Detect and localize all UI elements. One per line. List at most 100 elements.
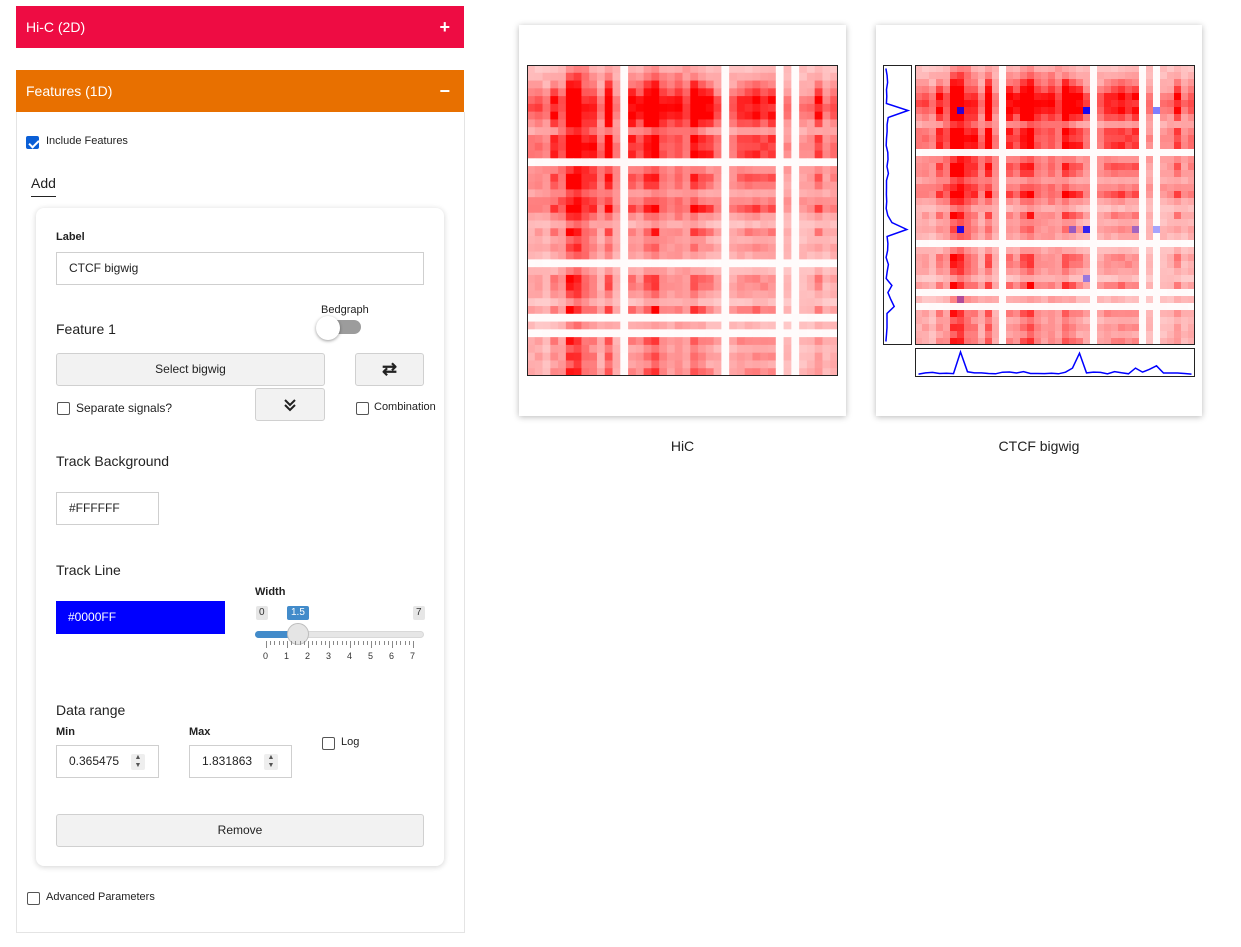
advanced-parameters-checkbox[interactable] [27, 892, 40, 905]
heatmap-cell [1132, 233, 1140, 241]
heatmap-cell [635, 329, 645, 338]
heatmap-cell [1048, 254, 1056, 262]
track-line-color-input[interactable]: #0000FF [56, 601, 225, 634]
heatmap-cell [581, 103, 590, 113]
remove-button[interactable]: Remove [56, 814, 424, 847]
heatmap-cell [1020, 331, 1028, 339]
heatmap-cell [929, 317, 937, 325]
heatmap-cell [612, 368, 621, 376]
heatmap-cell [978, 156, 986, 164]
heatmap-cell [729, 313, 738, 322]
heatmap-cell [721, 259, 730, 268]
expand-button[interactable] [255, 388, 325, 421]
heatmap-cell [651, 251, 660, 260]
heatmap-cell [1041, 205, 1049, 213]
heatmap-cell [573, 96, 582, 105]
heatmap-cell [635, 166, 645, 175]
heatmap-cell [1188, 331, 1195, 339]
heatmap-cell [1027, 65, 1035, 73]
heatmap-cell [768, 111, 777, 120]
heatmap-cell [978, 310, 986, 318]
heatmap-cell [1006, 296, 1014, 304]
heatmap-cell [1111, 198, 1119, 206]
heatmap-cell [589, 72, 598, 81]
heatmap-cell [643, 228, 652, 237]
heatmap-cell [783, 368, 792, 376]
heatmap-cell [705, 290, 715, 299]
max-value-input[interactable]: 1.831863 ▲ ▼ [189, 745, 292, 778]
heatmap-cell [1167, 142, 1175, 150]
heatmap-cell [651, 298, 660, 307]
track-background-color-input[interactable]: #FFFFFF [56, 492, 159, 525]
features-section-header[interactable]: Features (1D) − [16, 70, 464, 112]
heatmap-cell [690, 290, 699, 299]
heatmap-cell [581, 321, 590, 330]
heatmap-cell [1076, 142, 1084, 150]
heatmap-cell [922, 191, 930, 199]
heatmap-cell [775, 282, 784, 291]
heatmap-cell [806, 243, 816, 253]
heatmap-cell [651, 189, 660, 198]
heatmap-cell [978, 247, 986, 255]
heatmap-cell [1132, 268, 1140, 276]
heatmap-cell [971, 170, 979, 178]
heatmap-cell [596, 290, 606, 299]
heatmap-cell [964, 184, 972, 192]
heatmap-cell [527, 321, 536, 330]
heatmap-cell [922, 296, 930, 304]
heatmap-cell [1125, 191, 1133, 199]
select-bigwig-button[interactable]: Select bigwig [56, 353, 325, 386]
heatmap-cell [1034, 163, 1042, 171]
heatmap-cell [806, 197, 816, 206]
heatmap-cell [550, 173, 559, 183]
heatmap-cell [596, 80, 606, 89]
heatmap-cell [1069, 198, 1077, 206]
heatmap-cell [643, 88, 652, 97]
heatmap-cell [604, 142, 613, 151]
combination-checkbox[interactable] [356, 402, 369, 415]
heatmap-cell [651, 111, 660, 120]
heatmap-cell [659, 329, 668, 338]
heatmap-cell [1013, 177, 1021, 185]
swap-button[interactable]: ⇄ [355, 353, 424, 386]
log-checkbox[interactable] [322, 737, 335, 750]
heatmap-cell [1006, 254, 1014, 262]
collapse-minus-icon[interactable]: − [439, 70, 450, 112]
heatmap-cell [957, 114, 965, 122]
expand-plus-icon[interactable]: + [439, 6, 450, 48]
include-features-checkbox[interactable] [26, 136, 39, 149]
tab-add[interactable]: Add [31, 175, 56, 197]
min-value-input[interactable]: 0.365475 ▲ ▼ [56, 745, 159, 778]
heatmap-cell [542, 352, 551, 361]
max-spinner-icon[interactable]: ▲ ▼ [264, 754, 278, 770]
heatmap-cell [635, 243, 645, 253]
heatmap-cell [698, 220, 707, 229]
heatmap-cell [1069, 212, 1077, 220]
heatmap-cell [628, 267, 637, 276]
heatmap-cell [558, 111, 567, 120]
heatmap-cell [1076, 233, 1084, 241]
heatmap-cell [768, 360, 777, 369]
heatmap-cell [1181, 212, 1189, 220]
heatmap-cell [799, 189, 808, 198]
heatmap-cell [565, 344, 575, 354]
heatmap-cell [729, 204, 738, 214]
heatmap-cell [713, 290, 722, 299]
heatmap-cell [573, 88, 582, 97]
bedgraph-toggle-knob[interactable] [316, 316, 340, 340]
heatmap-cell [1013, 121, 1021, 129]
heatmap-cell [690, 306, 699, 315]
heatmap-cell [822, 158, 831, 167]
heatmap-cell [1062, 331, 1070, 339]
signal-overlay-cell [1083, 226, 1090, 233]
hic-section-header[interactable]: Hi-C (2D) + [16, 6, 464, 48]
label-input[interactable]: CTCF bigwig [56, 252, 424, 285]
heatmap-cell [822, 72, 831, 81]
heatmap-cell [1062, 303, 1070, 311]
heatmap-cell [1034, 212, 1042, 220]
min-spinner-icon[interactable]: ▲ ▼ [131, 754, 145, 770]
heatmap-cell [1090, 317, 1098, 325]
heatmap-cell [1076, 282, 1084, 290]
separate-signals-checkbox[interactable] [57, 402, 70, 415]
heatmap-cell [573, 173, 582, 183]
